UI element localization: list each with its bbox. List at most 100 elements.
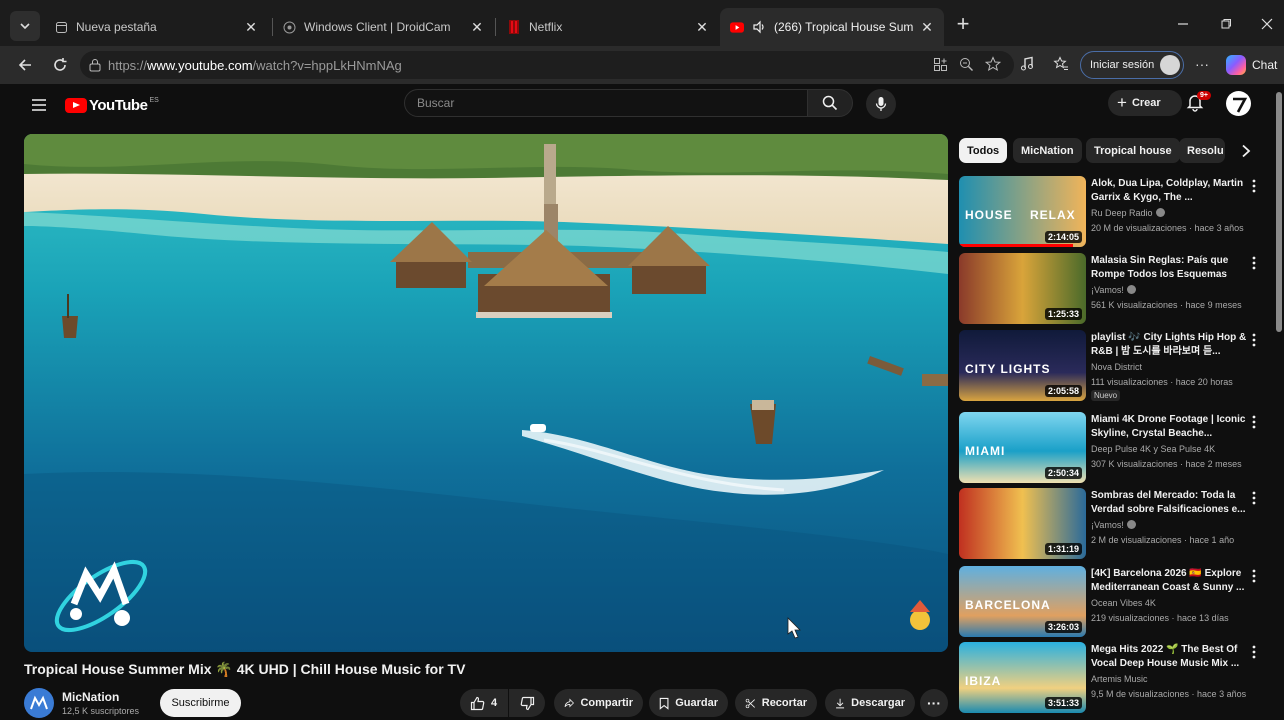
- recommendation-channel[interactable]: Ru Deep Radio: [1091, 208, 1165, 218]
- more-vertical-icon[interactable]: [1249, 644, 1259, 660]
- more-vertical-icon[interactable]: [1249, 490, 1259, 506]
- favorites-icon[interactable]: [1051, 54, 1071, 74]
- channel-label: Nova District: [1091, 362, 1143, 372]
- video-thumbnail[interactable]: 1:31:19: [959, 488, 1086, 559]
- more-actions-button[interactable]: ···: [920, 689, 948, 717]
- search-button[interactable]: [807, 89, 853, 117]
- tab-label: Netflix: [529, 20, 563, 34]
- more-vertical-icon[interactable]: [1249, 255, 1259, 271]
- dislike-button[interactable]: [509, 689, 545, 717]
- more-vertical-icon[interactable]: [1249, 414, 1259, 430]
- close-icon[interactable]: ✕: [470, 19, 484, 35]
- channel-avatar[interactable]: [24, 688, 54, 718]
- recommendation-item[interactable]: 1:31:19 Sombras del Mercado: Toda la Verd…: [959, 488, 1259, 560]
- new-badge: Nuevo: [1091, 390, 1121, 401]
- create-button[interactable]: + Crear: [1108, 90, 1182, 116]
- new-tab-button[interactable]: +: [952, 13, 974, 36]
- video-duration: 3:26:03: [1044, 621, 1082, 633]
- recommendation-item[interactable]: IBIZA 3:51:33 Mega Hits 2022 🌱 The Best Of…: [959, 642, 1259, 714]
- back-arrow-icon[interactable]: [14, 54, 36, 76]
- avatar-logo-icon: [1232, 97, 1247, 113]
- recommendation-channel[interactable]: ¡Vamos!: [1091, 285, 1136, 295]
- user-avatar[interactable]: [1226, 91, 1251, 116]
- page-scrollbar[interactable]: [1276, 92, 1282, 332]
- notifications-button[interactable]: 9+: [1185, 91, 1211, 116]
- recommendation-title[interactable]: Sombras del Mercado: Toda la Verdad sobr…: [1091, 489, 1249, 517]
- video-thumbnail[interactable]: CITY LIGHTS 2:05:58: [959, 330, 1086, 401]
- copilot-icon: [1226, 55, 1246, 75]
- tab-new-tab[interactable]: Nueva pestaña ✕: [44, 8, 268, 46]
- recommendation-item[interactable]: HOUSE RELAX 2:14:05 Alok, Dua Lipa, Coldpl…: [959, 176, 1259, 248]
- recommendation-item[interactable]: CITY LIGHTS 2:05:58 playlist 🎶 City Lights…: [959, 330, 1259, 402]
- tab-netflix[interactable]: Netflix ✕: [497, 8, 719, 46]
- recommendation-meta: 219 visualizaciones · hace 13 días: [1091, 613, 1229, 623]
- maximize-icon[interactable]: [1215, 13, 1237, 35]
- channel-label: Deep Pulse 4K y Sea Pulse 4K: [1091, 444, 1216, 454]
- channel-name[interactable]: MicNation: [62, 690, 119, 704]
- tab-droidcam[interactable]: Windows Client | DroidCam ✕: [272, 8, 494, 46]
- search-input[interactable]: Buscar: [404, 89, 808, 117]
- video-player[interactable]: [24, 134, 948, 652]
- recommendation-channel[interactable]: Artemis Music: [1091, 674, 1148, 684]
- recommendation-item[interactable]: BARCELONA 3:26:03 [4K] Barcelona 2026 🇪🇸 E…: [959, 566, 1259, 638]
- hamburger-menu-icon[interactable]: [28, 94, 50, 116]
- like-button[interactable]: 4: [460, 689, 508, 717]
- more-vertical-icon[interactable]: [1249, 178, 1259, 194]
- droidcam-icon: [282, 20, 296, 34]
- chip-micnation[interactable]: MicNation: [1013, 138, 1082, 163]
- clip-button[interactable]: Recortar: [735, 689, 817, 717]
- close-icon[interactable]: ✕: [695, 19, 709, 35]
- chip-tropical-house[interactable]: Tropical house: [1086, 138, 1180, 163]
- recommendation-channel[interactable]: Nova District: [1091, 362, 1142, 372]
- chip-scroll-right-button[interactable]: [1234, 139, 1258, 163]
- minimize-icon[interactable]: [1172, 13, 1194, 35]
- recommendation-channel[interactable]: ¡Vamos!: [1091, 520, 1136, 530]
- signin-button[interactable]: Iniciar sesión: [1080, 51, 1184, 79]
- notification-badge: 9+: [1197, 91, 1211, 100]
- share-button[interactable]: Compartir: [554, 689, 643, 717]
- tab-actions-button[interactable]: [10, 11, 40, 41]
- video-thumbnail[interactable]: 1:25:33: [959, 253, 1086, 324]
- chip-all[interactable]: Todos: [959, 138, 1008, 163]
- video-duration: 2:14:05: [1044, 231, 1082, 243]
- address-bar[interactable]: https://www.youtube.com/watch?v=hppLkHNm…: [80, 51, 1014, 79]
- recommendation-title[interactable]: [4K] Barcelona 2026 🇪🇸 Explore Mediterra…: [1091, 567, 1249, 595]
- close-icon[interactable]: ✕: [244, 19, 258, 35]
- tab-youtube-active[interactable]: (266) Tropical House Summer Mix ✕: [720, 8, 944, 46]
- close-window-icon[interactable]: [1256, 13, 1278, 35]
- lock-icon[interactable]: [88, 58, 102, 75]
- app-available-icon[interactable]: [930, 54, 950, 74]
- zoom-icon[interactable]: [956, 54, 976, 74]
- youtube-logo[interactable]: YouTube ES: [65, 94, 159, 116]
- favorite-star-icon[interactable]: [983, 54, 1003, 74]
- recommendation-item[interactable]: MIAMI 2:50:34 Miami 4K Drone Footage | Ico…: [959, 412, 1259, 484]
- refresh-icon[interactable]: [49, 54, 71, 76]
- chip-resolution[interactable]: Resolu: [1179, 138, 1225, 163]
- recommendation-title[interactable]: playlist 🎶 City Lights Hip Hop & R&B | 밤…: [1091, 331, 1249, 359]
- subscribe-button[interactable]: Suscribirme: [160, 689, 241, 717]
- recommendation-channel[interactable]: Deep Pulse 4K y Sea Pulse 4K: [1091, 444, 1215, 454]
- save-button[interactable]: Guardar: [649, 689, 728, 717]
- video-thumbnail[interactable]: HOUSE RELAX 2:14:05: [959, 176, 1086, 247]
- video-thumbnail[interactable]: MIAMI 2:50:34: [959, 412, 1086, 483]
- more-options-icon[interactable]: ···: [1192, 54, 1212, 74]
- browser-tab-bar: Nueva pestaña ✕ Windows Client | DroidCa…: [0, 0, 1284, 46]
- recommendation-title[interactable]: Alok, Dua Lipa, Coldplay, Martin Garrix …: [1091, 177, 1249, 205]
- recommendation-title[interactable]: Mega Hits 2022 🌱 The Best Of Vocal Deep …: [1091, 643, 1249, 671]
- profile-avatar-icon: [1160, 55, 1180, 75]
- video-thumbnail[interactable]: BARCELONA 3:26:03: [959, 566, 1086, 637]
- voice-search-button[interactable]: [866, 89, 896, 119]
- recommendation-channel[interactable]: Ocean Vibes 4K: [1091, 598, 1156, 608]
- more-vertical-icon[interactable]: [1249, 332, 1259, 348]
- recommendation-title[interactable]: Malasia Sin Reglas: País que Rompe Todos…: [1091, 254, 1249, 282]
- recommendation-title[interactable]: Miami 4K Drone Footage | Iconic Skyline,…: [1091, 413, 1249, 441]
- video-thumbnail[interactable]: IBIZA 3:51:33: [959, 642, 1086, 713]
- media-control-icon[interactable]: [1017, 54, 1037, 74]
- micnation-avatar-icon: [30, 695, 48, 710]
- close-icon[interactable]: ✕: [920, 19, 934, 35]
- speaker-icon[interactable]: [752, 20, 766, 34]
- recommendation-item[interactable]: 1:25:33 Malasia Sin Reglas: País que Romp…: [959, 253, 1259, 325]
- more-vertical-icon[interactable]: [1249, 568, 1259, 584]
- download-button[interactable]: Descargar: [825, 689, 915, 717]
- chat-button[interactable]: Chat: [1226, 54, 1277, 76]
